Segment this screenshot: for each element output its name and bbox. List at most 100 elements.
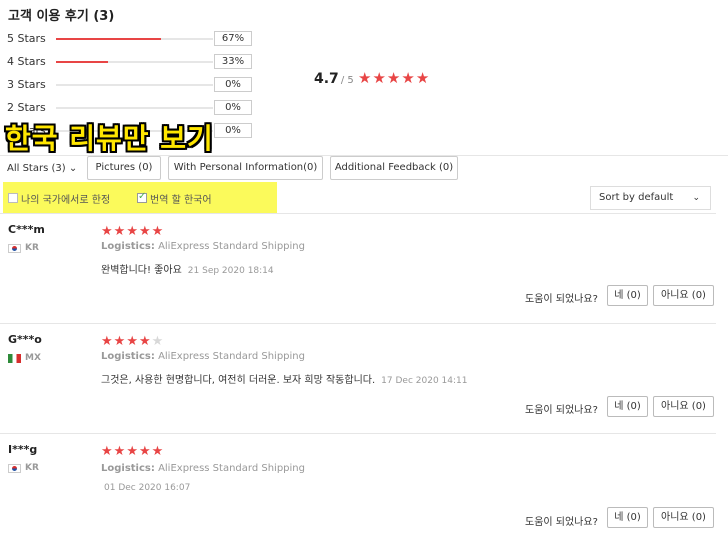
star-icon: ★	[138, 334, 151, 349]
korean-reviews-banner: 한국 리뷰만 보기	[5, 122, 214, 155]
star-row-percent: 0%	[214, 123, 252, 138]
star-row-bar	[56, 107, 213, 109]
star-icon: ★	[126, 334, 138, 349]
star-icon: ★	[401, 69, 415, 87]
helpful-yes-button[interactable]: 네 (0)	[607, 285, 648, 306]
logistics-label: Logistics:	[101, 463, 155, 474]
star-icon: ★	[113, 224, 126, 239]
review-date: 17 Dec 2020 14:11	[381, 376, 468, 386]
logistics-value: AliExpress Standard Shipping	[158, 351, 305, 362]
review-date: 01 Dec 2020 16:07	[104, 483, 191, 493]
star-icon: ★	[151, 224, 164, 239]
filter-bar: All Stars (3) ⌄ Pictures (0) With Person…	[0, 155, 728, 182]
review-text: 그것은, 사용한 현명합니다, 여전히 더러운. 보자 희망 작동합니다.	[101, 375, 376, 386]
reviewer-country: KR	[25, 463, 39, 473]
star-icon: ★	[126, 444, 138, 459]
star-icon: ★	[151, 444, 164, 459]
chevron-down-icon: ⌄	[692, 193, 700, 203]
average-stars: ★★★★★	[358, 70, 430, 86]
sort-value: Sort by default	[599, 192, 674, 203]
divider	[0, 213, 716, 214]
additional-feedback-filter-button[interactable]: Additional Feedback (0)	[330, 156, 458, 180]
logistics-label: Logistics:	[101, 241, 155, 252]
personal-info-filter-button[interactable]: With Personal Information(0)	[168, 156, 323, 180]
logistics-info: Logistics: AliExpress Standard Shipping	[101, 463, 305, 474]
helpful-no-button[interactable]: 아니요 (0)	[653, 285, 714, 306]
star-icon: ★	[138, 224, 151, 239]
star-row-4[interactable]: 4 Stars 33%	[7, 54, 267, 70]
review-text-line: 완벽합니다! 좋아요 21 Sep 2020 18:14	[101, 261, 274, 276]
star-icon: ★	[101, 334, 113, 349]
star-row-label: 4 Stars	[7, 55, 46, 68]
average-score: 4.7	[314, 71, 339, 87]
helpful-yes-button[interactable]: 네 (0)	[607, 507, 648, 528]
helpful-yes-button[interactable]: 네 (0)	[607, 396, 648, 417]
star-row-label: 2 Stars	[7, 101, 46, 114]
sort-select[interactable]: Sort by default ⌄	[590, 186, 711, 210]
review-item: C***m KR ★★★★★ Logistics: AliExpress Sta…	[0, 213, 728, 323]
star-row-label: 5 Stars	[7, 32, 46, 45]
review-stars: ★★★★★	[101, 334, 164, 348]
review-text-line: 01 Dec 2020 16:07	[98, 482, 190, 493]
helpful-prompt: 도움이 되었나요?	[525, 517, 598, 528]
score-max: / 5	[340, 75, 354, 86]
star-row-percent: 67%	[214, 31, 252, 46]
star-icon: ★	[101, 444, 113, 459]
reviewer-name: G***o	[8, 333, 42, 346]
star-row-bar	[56, 61, 213, 63]
all-stars-dropdown[interactable]: All Stars (3) ⌄	[7, 163, 77, 174]
star-row-percent: 0%	[214, 100, 252, 115]
logistics-info: Logistics: AliExpress Standard Shipping	[101, 241, 305, 252]
star-icon: ★	[415, 69, 430, 87]
rating-summary: 4.7/ 5 ★★★★★	[314, 70, 429, 87]
reviewer-country: MX	[25, 353, 41, 363]
helpful-no-button[interactable]: 아니요 (0)	[653, 396, 714, 417]
logistics-value: AliExpress Standard Shipping	[158, 463, 305, 474]
all-stars-label: All Stars (3)	[7, 163, 66, 174]
reviewer-name: I***g	[8, 443, 38, 456]
divider	[0, 323, 716, 324]
star-empty-icon: ★	[151, 334, 164, 349]
star-icon: ★	[101, 224, 113, 239]
star-row-3[interactable]: 3 Stars 0%	[7, 77, 267, 93]
helpful-prompt: 도움이 되었나요?	[525, 294, 598, 305]
review-stars: ★★★★★	[101, 444, 164, 458]
review-item: I***g KR ★★★★★ Logistics: AliExpress Sta…	[0, 433, 728, 535]
star-row-2[interactable]: 2 Stars 0%	[7, 100, 267, 116]
review-text: 완벽합니다! 좋아요	[101, 265, 182, 276]
star-row-bar	[56, 38, 213, 40]
divider	[0, 433, 716, 434]
star-icon: ★	[372, 69, 386, 87]
star-row-bar	[56, 84, 213, 86]
my-country-checkbox[interactable]	[8, 193, 18, 203]
star-row-5[interactable]: 5 Stars 67%	[7, 31, 267, 47]
review-stars: ★★★★★	[101, 224, 164, 238]
star-icon: ★	[358, 69, 372, 87]
flag-kr-icon	[8, 464, 21, 473]
pictures-filter-button[interactable]: Pictures (0)	[87, 156, 161, 180]
helpful-no-button[interactable]: 아니요 (0)	[653, 507, 714, 528]
helpful-prompt: 도움이 되었나요?	[525, 405, 598, 416]
star-icon: ★	[138, 444, 151, 459]
star-icon: ★	[126, 224, 138, 239]
reviews-title: 고객 이용 후기 (3)	[8, 9, 115, 24]
star-icon: ★	[113, 334, 126, 349]
my-country-label: 나의 국가에서로 한정	[21, 195, 111, 206]
star-row-percent: 0%	[214, 77, 252, 92]
logistics-label: Logistics:	[101, 351, 155, 362]
review-date: 21 Sep 2020 18:14	[187, 266, 274, 276]
translate-label: 번역 할 한국어	[150, 195, 212, 206]
flag-mx-icon	[8, 354, 21, 363]
star-icon: ★	[386, 69, 401, 87]
logistics-value: AliExpress Standard Shipping	[158, 241, 305, 252]
flag-kr-icon	[8, 244, 21, 253]
review-text-line: 그것은, 사용한 현명합니다, 여전히 더러운. 보자 희망 작동합니다. 17 …	[101, 371, 467, 386]
star-row-label: 3 Stars	[7, 78, 46, 91]
star-row-percent: 33%	[214, 54, 252, 69]
review-item: G***o MX ★★★★★ Logistics: AliExpress Sta…	[0, 323, 728, 433]
translate-checkbox[interactable]	[137, 191, 147, 203]
reviewer-name: C***m	[8, 223, 45, 236]
reviewer-country: KR	[25, 243, 39, 253]
logistics-info: Logistics: AliExpress Standard Shipping	[101, 351, 305, 362]
star-row-fill	[56, 38, 162, 40]
